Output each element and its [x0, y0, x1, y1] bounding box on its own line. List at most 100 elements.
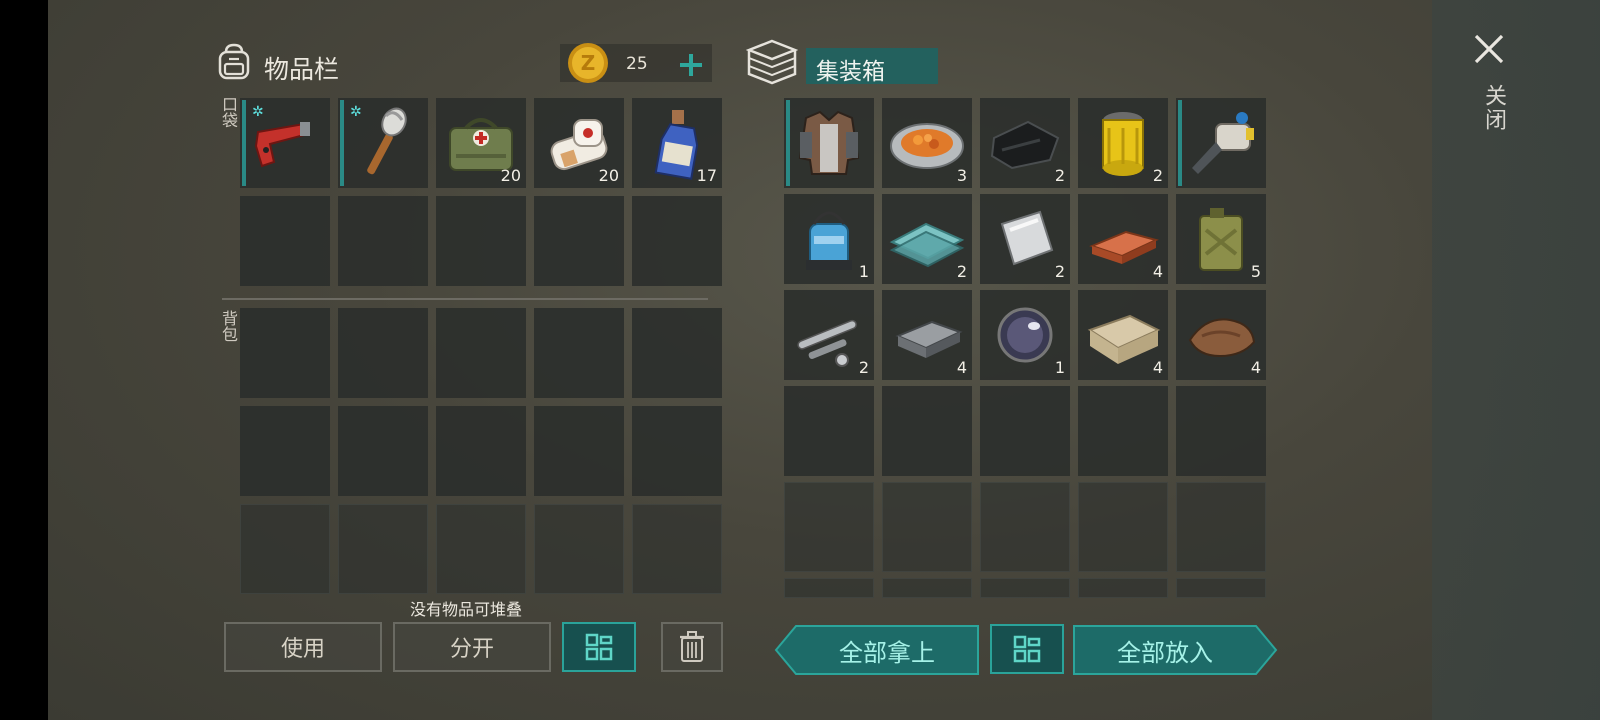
svg-text:Z: Z: [581, 51, 596, 75]
item-quantity: 20: [598, 166, 619, 185]
backpack-slot[interactable]: [338, 406, 428, 496]
container-slot[interactable]: [784, 482, 874, 572]
close-button[interactable]: 关闭: [1464, 28, 1514, 148]
container-title-box[interactable]: 集装箱: [806, 48, 938, 85]
side-panel: [1432, 0, 1600, 720]
add-coins-icon[interactable]: [678, 52, 704, 78]
backpack-slot[interactable]: [534, 504, 624, 594]
backpack-slot[interactable]: [436, 504, 526, 594]
light-icon: ✲: [350, 104, 362, 120]
game-screen: 关闭 物品栏 Z 25 口袋 背包 ✲ ✲ 20 20 17 集装箱 3 2 2 1 2 2 4 5 2…: [48, 0, 1600, 720]
split-button[interactable]: 分开: [393, 622, 551, 672]
container-slot[interactable]: 1: [980, 290, 1070, 380]
leather-jacket-icon: [798, 110, 860, 175]
container-slot[interactable]: 5: [1176, 194, 1266, 284]
item-quantity: 4: [1152, 262, 1163, 281]
pocket-label: 口袋: [219, 96, 238, 128]
container-slot[interactable]: 3: [882, 98, 972, 188]
item-quantity: 20: [500, 166, 521, 185]
backpack-slot[interactable]: [240, 406, 330, 496]
backpack-label: 背包: [219, 310, 238, 342]
pocket-slot[interactable]: [240, 196, 330, 286]
container-slot[interactable]: 1: [784, 194, 874, 284]
item-quantity: 2: [1152, 166, 1163, 185]
inventory-title: 物品栏: [264, 55, 340, 84]
trash-icon: [680, 631, 704, 662]
take-all-button[interactable]: 全部拿上: [794, 624, 980, 676]
drill-icon: [1192, 112, 1254, 174]
pocket-slot[interactable]: 17: [632, 98, 722, 188]
container-slot[interactable]: [1176, 386, 1266, 476]
backpack-slot[interactable]: [436, 308, 526, 398]
coin-count: 25: [626, 54, 648, 74]
container-slot[interactable]: 2: [1078, 98, 1168, 188]
container-slot[interactable]: [980, 578, 1070, 598]
container-slot[interactable]: [784, 578, 874, 598]
backpack-slot[interactable]: [338, 504, 428, 594]
backpack-slot[interactable]: [436, 406, 526, 496]
container-slot[interactable]: 4: [1176, 290, 1266, 380]
container-slot[interactable]: 4: [1078, 290, 1168, 380]
container-slot[interactable]: [1078, 482, 1168, 572]
container-slot[interactable]: 2: [882, 194, 972, 284]
container-slot[interactable]: [1078, 578, 1168, 598]
container-slot[interactable]: [784, 386, 874, 476]
backpack-slot[interactable]: [632, 406, 722, 496]
pocket-slot[interactable]: [338, 196, 428, 286]
pocket-slot[interactable]: ✲: [240, 98, 330, 188]
use-button[interactable]: 使用: [224, 622, 382, 672]
container-slot[interactable]: [882, 578, 972, 598]
pocket-slot[interactable]: [632, 196, 722, 286]
trash-button[interactable]: [661, 622, 723, 672]
pocket-slot[interactable]: [534, 196, 624, 286]
item-quantity: 1: [858, 262, 869, 281]
container-slot[interactable]: [784, 98, 874, 188]
backpack-slot[interactable]: [240, 504, 330, 594]
pocket-slot[interactable]: ✲: [338, 98, 428, 188]
container-slot[interactable]: [1176, 482, 1266, 572]
container-slot[interactable]: 2: [980, 98, 1070, 188]
sort-grid-icon: [1013, 635, 1041, 663]
item-quantity: 2: [858, 358, 869, 377]
container-slot[interactable]: 4: [1078, 194, 1168, 284]
close-label: 关闭: [1481, 84, 1506, 132]
backpack-icon: [218, 43, 250, 80]
pocket-slot[interactable]: [436, 196, 526, 286]
item-quantity: 1: [1054, 358, 1065, 377]
backpack-slot[interactable]: [338, 308, 428, 398]
backpack-slot[interactable]: [632, 308, 722, 398]
put-all-button[interactable]: 全部放入: [1072, 624, 1258, 676]
sort-grid-icon: [585, 633, 613, 661]
item-quantity: 5: [1250, 262, 1261, 281]
container-slot[interactable]: [980, 482, 1070, 572]
container-slot[interactable]: 4: [882, 290, 972, 380]
item-quantity: 2: [956, 262, 967, 281]
item-quantity: 2: [1054, 262, 1065, 281]
pocket-slot[interactable]: 20: [436, 98, 526, 188]
container-slot[interactable]: [1078, 386, 1168, 476]
sort-container-button[interactable]: [990, 624, 1064, 674]
backpack-slot[interactable]: [534, 406, 624, 496]
coin-icon: Z: [568, 43, 608, 83]
container-slot[interactable]: [1176, 98, 1266, 188]
item-quantity: 2: [1054, 166, 1065, 185]
pocket-slot[interactable]: 20: [534, 98, 624, 188]
backpack-slot[interactable]: [632, 504, 722, 594]
container-slot[interactable]: [1176, 578, 1266, 598]
section-divider: [222, 298, 708, 300]
close-icon: [1474, 34, 1504, 64]
container-icon: [746, 39, 798, 85]
backpack-slot[interactable]: [240, 308, 330, 398]
item-quantity: 4: [956, 358, 967, 377]
container-slot[interactable]: 2: [784, 290, 874, 380]
container-slot[interactable]: [980, 386, 1070, 476]
container-slot[interactable]: [882, 482, 972, 572]
container-slot[interactable]: [882, 386, 972, 476]
item-quantity: 4: [1152, 358, 1163, 377]
container-title: 集装箱: [816, 59, 885, 85]
container-slot[interactable]: 2: [980, 194, 1070, 284]
item-quantity: 4: [1250, 358, 1261, 377]
item-quantity: 17: [696, 166, 717, 185]
backpack-slot[interactable]: [534, 308, 624, 398]
sort-inventory-button[interactable]: [562, 622, 636, 672]
